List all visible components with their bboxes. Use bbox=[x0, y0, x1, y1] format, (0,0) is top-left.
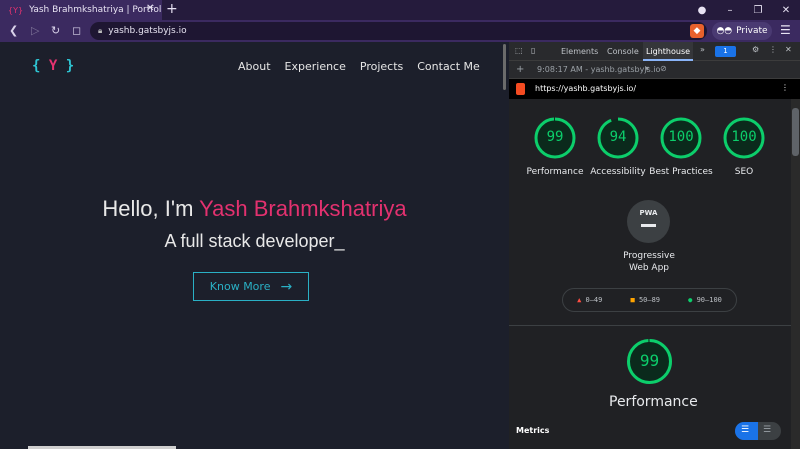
gauge-label: SEO bbox=[734, 167, 754, 177]
gauge-performance-large[interactable]: 99 bbox=[626, 338, 673, 389]
logo-brace-close: } bbox=[65, 58, 75, 74]
legend-fail: ▲ 0–49 bbox=[577, 296, 602, 304]
hero-greeting: Hello, I'm bbox=[102, 196, 200, 221]
reload-icon[interactable]: ↻ bbox=[51, 24, 60, 37]
tab-console[interactable]: Console bbox=[607, 47, 639, 56]
gauge-value: 99 bbox=[546, 129, 564, 145]
close-devtools-icon[interactable]: ✕ bbox=[785, 45, 792, 54]
tab-close-icon[interactable]: ✕ bbox=[146, 3, 154, 14]
legend-average-range: 50–89 bbox=[638, 296, 661, 304]
back-icon[interactable]: ❮ bbox=[9, 24, 18, 37]
nav-about[interactable]: About bbox=[238, 60, 271, 73]
gauge-best-practices[interactable]: 100 bbox=[659, 116, 703, 164]
issues-badge[interactable]: 1 bbox=[715, 46, 736, 57]
hero-name: Yash Brahmkshatriya bbox=[199, 196, 407, 221]
gauge-label: Performance bbox=[526, 167, 584, 177]
lock-icon: 🔒︎ bbox=[98, 26, 103, 35]
tab-lighthouse[interactable]: Lighthouse bbox=[643, 42, 693, 61]
hero-subtitle: A full stack developer_ bbox=[164, 231, 345, 251]
tab-title: Yash Brahmkshatriya | Portfolio bbox=[29, 5, 162, 15]
more-tabs-icon[interactable]: » bbox=[700, 45, 705, 54]
restore-button[interactable]: ❐ bbox=[744, 5, 772, 16]
nav-experience[interactable]: Experience bbox=[285, 60, 346, 73]
logo-letter: Y bbox=[48, 58, 58, 74]
section-divider bbox=[509, 325, 791, 326]
logo-brace-open: { bbox=[32, 58, 41, 74]
nav-projects[interactable]: Projects bbox=[360, 60, 403, 73]
nav-contact[interactable]: Contact Me bbox=[417, 60, 480, 73]
tab-favicon-icon: {Y} bbox=[8, 5, 24, 15]
browser-menu-icon[interactable]: ☰ bbox=[780, 23, 791, 37]
triangle-icon: ▲ bbox=[577, 296, 582, 304]
circle-icon: ● bbox=[688, 296, 693, 304]
new-report-icon[interactable]: + bbox=[516, 64, 524, 75]
hero-heading: Hello, I'm Yash Brahmkshatriya bbox=[0, 196, 509, 222]
close-window-button[interactable]: ✕ bbox=[772, 5, 800, 16]
bookmark-icon[interactable]: ◻ bbox=[72, 24, 81, 37]
pwa-label: Progressive Web App bbox=[623, 251, 675, 273]
brave-shields-icon[interactable]: ◆ bbox=[690, 24, 704, 38]
report-url[interactable]: https://yashb.gatsbyjs.io/ bbox=[535, 84, 636, 93]
clear-report-icon[interactable]: ⊘ bbox=[660, 64, 667, 73]
gauge-label: Accessibility bbox=[590, 167, 646, 177]
report-dropdown-icon[interactable]: ▾ bbox=[645, 64, 649, 73]
more-options-icon[interactable]: ⋮ bbox=[769, 45, 777, 54]
pwa-dash-icon bbox=[641, 224, 656, 227]
private-label: Private bbox=[736, 26, 768, 36]
report-scrollbar-thumb[interactable] bbox=[792, 108, 799, 156]
device-toggle-icon[interactable]: ▯ bbox=[531, 46, 535, 55]
minimize-button[interactable]: – bbox=[716, 5, 744, 16]
performance-heading: Performance bbox=[609, 394, 698, 410]
gauge-value: 99 bbox=[639, 351, 660, 370]
report-selector[interactable]: 9:08:17 AM - yashb.gatsbyjs.io bbox=[537, 65, 660, 74]
active-tab[interactable]: {Y} Yash Brahmkshatriya | Portfolio bbox=[0, 0, 162, 20]
inspect-icon[interactable]: ⬚ bbox=[515, 46, 523, 55]
page-scrollbar[interactable] bbox=[503, 44, 506, 90]
private-window-badge[interactable]: ◓◓ Private bbox=[712, 22, 772, 40]
profile-icon[interactable]: ● bbox=[688, 5, 716, 16]
arrow-right-icon: → bbox=[280, 278, 293, 295]
legend-pass: ● 90–100 bbox=[688, 296, 722, 304]
incognito-icon: ◓◓ bbox=[716, 26, 733, 36]
pwa-badge[interactable]: PWA bbox=[627, 200, 670, 243]
site-logo[interactable]: { Y } bbox=[32, 58, 74, 74]
gauge-value: 94 bbox=[609, 129, 627, 145]
gauge-seo[interactable]: 100 bbox=[722, 116, 766, 164]
tab-elements[interactable]: Elements bbox=[561, 47, 598, 56]
address-bar[interactable]: 🔒︎ yashb.gatsbyjs.io bbox=[90, 22, 707, 40]
report-menu-icon[interactable]: ⋮ bbox=[781, 83, 789, 92]
gauge-value: 100 bbox=[731, 129, 757, 145]
new-tab-button[interactable]: + bbox=[166, 1, 178, 17]
forward-icon[interactable]: ▷ bbox=[31, 24, 39, 37]
lighthouse-toolbar: + 9:08:17 AM - yashb.gatsbyjs.io ▾ ⊘ bbox=[509, 61, 800, 79]
settings-gear-icon[interactable]: ⚙ bbox=[752, 45, 759, 54]
gauge-value: 100 bbox=[668, 129, 694, 145]
score-legend: ▲ 0–49 ■ 50–89 ● 90–100 bbox=[562, 288, 737, 312]
toggle-detail-icon[interactable]: ☰ bbox=[763, 425, 771, 435]
know-more-label: Know More bbox=[209, 280, 271, 293]
gauge-label: Best Practices bbox=[649, 167, 713, 177]
legend-average: ■ 50–89 bbox=[631, 296, 661, 304]
pwa-text: PWA bbox=[639, 209, 658, 217]
gauge-accessibility[interactable]: 94 bbox=[596, 116, 640, 164]
issues-count: 1 bbox=[723, 47, 728, 55]
url-text: yashb.gatsbyjs.io bbox=[108, 26, 187, 36]
toggle-summary-icon[interactable]: ☰ bbox=[735, 422, 758, 440]
lighthouse-icon bbox=[516, 83, 525, 95]
know-more-button[interactable]: Know More → bbox=[193, 272, 309, 301]
site-nav: About Experience Projects Contact Me bbox=[238, 60, 480, 73]
legend-fail-range: 0–49 bbox=[585, 296, 603, 304]
gauge-performance[interactable]: 99 bbox=[533, 116, 577, 164]
square-icon: ■ bbox=[630, 296, 635, 304]
legend-pass-range: 90–100 bbox=[696, 296, 722, 304]
metrics-heading: Metrics bbox=[516, 426, 550, 435]
window-controls: ● – ❐ ✕ bbox=[688, 0, 800, 20]
report-url-bar: https://yashb.gatsbyjs.io/ ⋮ bbox=[509, 79, 800, 99]
